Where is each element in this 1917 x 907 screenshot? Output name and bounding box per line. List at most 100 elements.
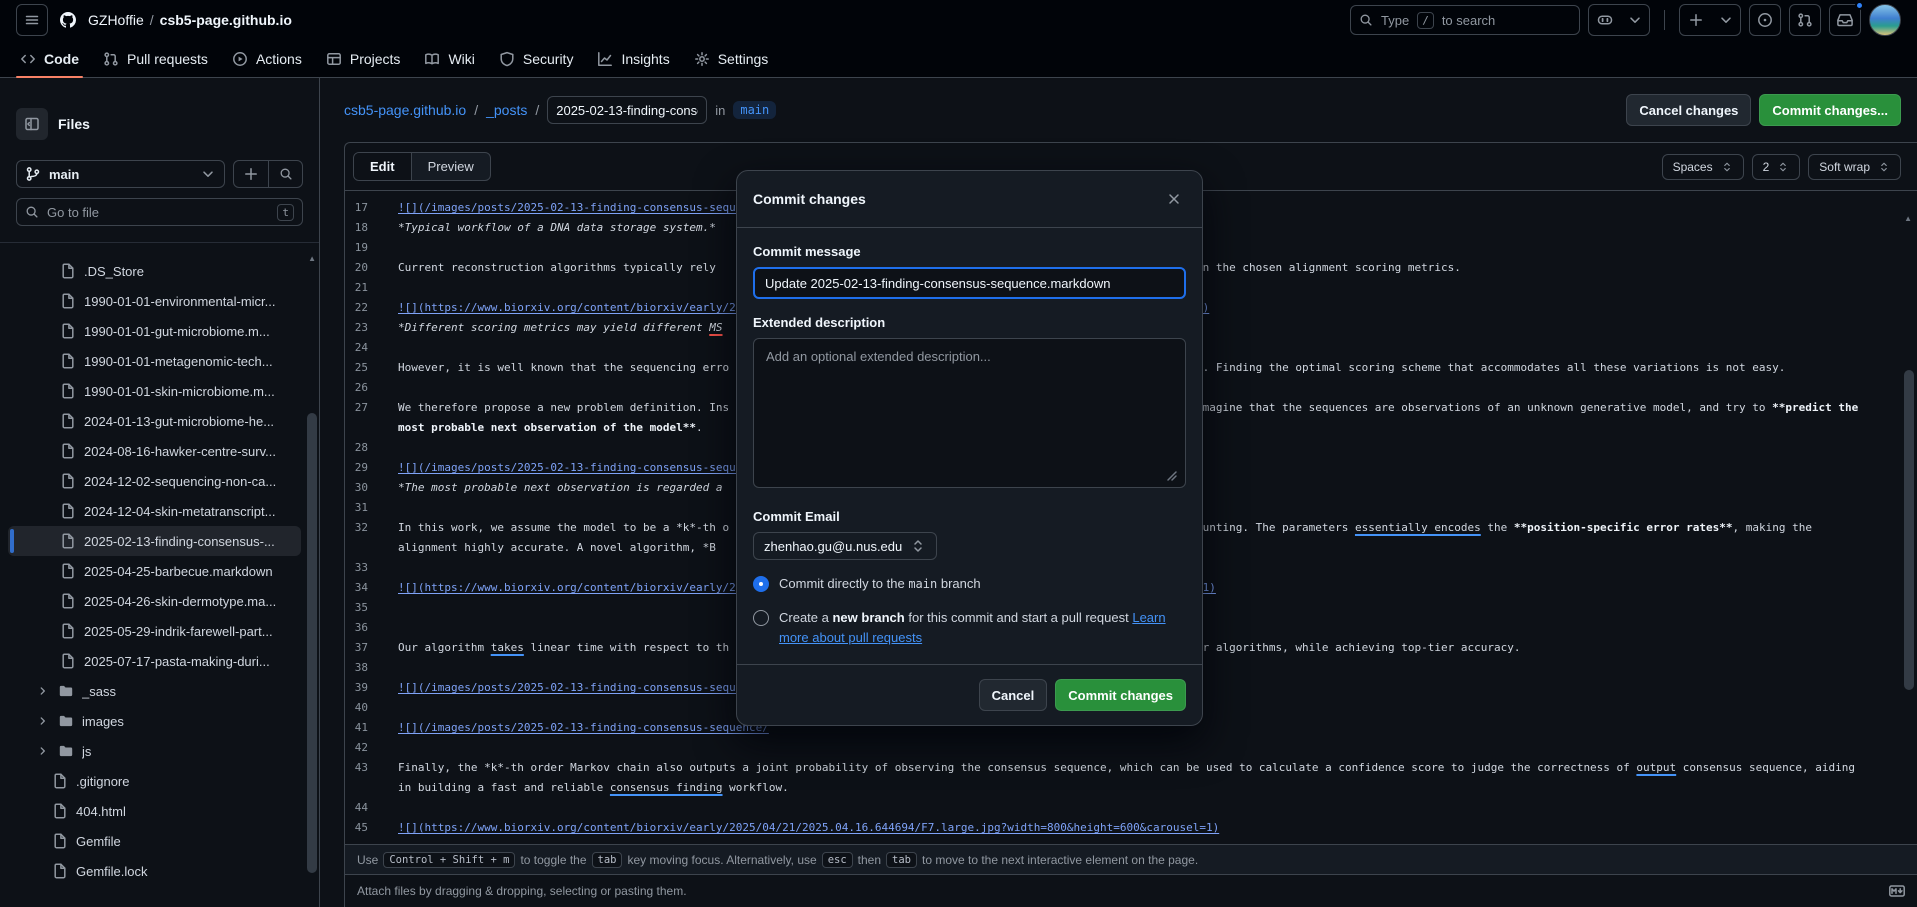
create-new-button-group [1679, 4, 1741, 36]
tree-file--gitignore[interactable]: .gitignore [8, 766, 301, 796]
editor-scrollbar-thumb[interactable] [1904, 370, 1914, 690]
breadcrumb-repo-link[interactable]: csb5-page.github.io [344, 102, 466, 118]
collapse-sidebar-button[interactable] [16, 108, 48, 140]
issues-button[interactable] [1749, 4, 1781, 36]
pull-requests-button[interactable] [1789, 4, 1821, 36]
tab-edit[interactable]: Edit [354, 153, 412, 180]
shield-icon [499, 51, 515, 67]
tree-file-2025-02-13-finding-consensus-[interactable]: 2025-02-13-finding-consensus-... [8, 526, 301, 556]
go-to-file-input[interactable]: Go to file t [16, 198, 303, 226]
table-icon [326, 51, 342, 67]
tree-file-2024-12-04-skin-metatranscript-[interactable]: 2024-12-04-skin-metatranscript... [8, 496, 301, 526]
tree-file-1990-01-01-skin-microbiome-m-[interactable]: 1990-01-01-skin-microbiome.m... [8, 376, 301, 406]
tab-actions[interactable]: Actions [220, 40, 314, 77]
global-search-input[interactable]: Type / to search [1350, 5, 1580, 35]
search-tree-button[interactable] [268, 161, 302, 187]
file-icon [52, 833, 68, 849]
branch-selector[interactable]: main [16, 160, 225, 188]
accessibility-hint-bar: Use Control + Shift + m to toggle the ta… [345, 844, 1917, 874]
create-new-button[interactable] [1680, 5, 1712, 35]
tab-insights[interactable]: Insights [585, 40, 681, 77]
commit-changes-header-button[interactable]: Commit changes... [1759, 94, 1901, 126]
chevron-down-icon [1718, 12, 1734, 28]
tree-file-2024-12-02-sequencing-non-ca-[interactable]: 2024-12-02-sequencing-non-ca... [8, 466, 301, 496]
play-icon [232, 51, 248, 67]
file-icon [60, 623, 76, 639]
tab-code[interactable]: Code [8, 40, 91, 77]
tab-wiki[interactable]: Wiki [412, 40, 486, 77]
extended-description-textarea[interactable] [753, 338, 1186, 488]
avatar[interactable] [1869, 4, 1901, 36]
tree-folder-images[interactable]: images [8, 706, 301, 736]
tab-projects[interactable]: Projects [314, 40, 413, 77]
radio-unchecked-icon[interactable] [753, 610, 769, 626]
scroll-up-arrow-icon[interactable]: ▲ [308, 254, 316, 263]
line-number: 25 [345, 358, 398, 378]
commit-direct-option[interactable]: Commit directly to the main branch [753, 574, 1186, 594]
tree-file-404-html[interactable]: 404.html [8, 796, 301, 826]
create-new-dropdown-button[interactable] [1712, 5, 1740, 35]
tree-file-gemfile[interactable]: Gemfile [8, 826, 301, 856]
editor-select-soft-wrap[interactable]: Soft wrap [1808, 154, 1901, 180]
hamburger-menu-button[interactable] [16, 4, 48, 36]
tree-file-2024-01-13-gut-microbiome-he-[interactable]: 2024-01-13-gut-microbiome-he... [8, 406, 301, 436]
repo-link[interactable]: csb5-page.github.io [160, 12, 292, 28]
copilot-button[interactable] [1589, 5, 1621, 35]
sidebar-scrollbar-thumb[interactable] [307, 413, 317, 873]
select-value: Spaces [1673, 160, 1713, 174]
commit-changes-dialog: Commit changes Commit message Extended d… [736, 170, 1203, 726]
copilot-button-group [1588, 4, 1650, 36]
tree-file-1990-01-01-metagenomic-tech-[interactable]: 1990-01-01-metagenomic-tech... [8, 346, 301, 376]
attach-files-bar[interactable]: Attach files by dragging & dropping, sel… [345, 874, 1917, 907]
tree-file-2025-04-26-skin-dermotype-ma-[interactable]: 2025-04-26-skin-dermotype.ma... [8, 586, 301, 616]
tree-file-gemfile-lock[interactable]: Gemfile.lock [8, 856, 301, 886]
editor-select-2[interactable]: 2 [1752, 154, 1801, 180]
cancel-changes-button[interactable]: Cancel changes [1626, 94, 1751, 126]
breadcrumb-folder-link[interactable]: _posts [486, 102, 527, 118]
line-number [345, 418, 398, 438]
file-icon [60, 323, 76, 339]
tree-file-1990-01-01-gut-microbiome-m-[interactable]: 1990-01-01-gut-microbiome.m... [8, 316, 301, 346]
extended-description-label: Extended description [753, 315, 1186, 330]
tree-file-2025-04-25-barbecue-markdown[interactable]: 2025-04-25-barbecue.markdown [8, 556, 301, 586]
tab-preview[interactable]: Preview [412, 153, 490, 180]
tree-file--ds-store[interactable]: .DS_Store [8, 256, 301, 286]
editor-settings: Spaces 2 Soft wrap [1662, 154, 1901, 180]
search-icon [279, 167, 293, 181]
hamburger-icon [24, 12, 40, 28]
line-number: 30 [345, 478, 398, 498]
tree-file-2025-07-17-pasta-making-duri-[interactable]: 2025-07-17-pasta-making-duri... [8, 646, 301, 676]
new-file-button[interactable] [234, 161, 268, 187]
scroll-up-arrow-icon[interactable]: ▲ [1904, 214, 1912, 223]
tree-file-2024-08-16-hawker-centre-surv-[interactable]: 2024-08-16-hawker-centre-surv... [8, 436, 301, 466]
dialog-commit-button[interactable]: Commit changes [1055, 679, 1186, 711]
sidebar-title: Files [58, 116, 90, 132]
commit-message-input[interactable] [753, 267, 1186, 299]
dialog-cancel-button[interactable]: Cancel [979, 679, 1048, 711]
editor-select-spaces[interactable]: Spaces [1662, 154, 1744, 180]
tab-security[interactable]: Security [487, 40, 586, 77]
new-branch-option[interactable]: Create a new branch for this commit and … [753, 608, 1186, 648]
tab-settings[interactable]: Settings [682, 40, 781, 77]
tab-pull-requests[interactable]: Pull requests [91, 40, 220, 77]
file-icon [52, 803, 68, 819]
edit-preview-tabs: Edit Preview [353, 152, 491, 181]
tree-item-label: 2025-04-26-skin-dermotype.ma... [84, 594, 276, 609]
line-number: 33 [345, 558, 398, 578]
line-number: 26 [345, 378, 398, 398]
tree-file-1990-01-01-environmental-micr-[interactable]: 1990-01-01-environmental-micr... [8, 286, 301, 316]
resize-grip-icon[interactable] [1166, 470, 1182, 486]
line-number: 24 [345, 338, 398, 358]
go-to-file-placeholder: Go to file [47, 205, 269, 220]
owner-link[interactable]: GZHoffie [88, 12, 144, 28]
copilot-dropdown-button[interactable] [1621, 5, 1649, 35]
tree-folder-js[interactable]: js [8, 736, 301, 766]
file-icon [60, 593, 76, 609]
filename-input[interactable] [547, 96, 707, 124]
github-logo-icon[interactable] [60, 12, 76, 28]
commit-email-select[interactable]: zhenhao.gu@u.nus.edu [753, 532, 937, 560]
tree-folder--sass[interactable]: _sass [8, 676, 301, 706]
tree-file-2025-05-29-indrik-farewell-part-[interactable]: 2025-05-29-indrik-farewell-part... [8, 616, 301, 646]
radio-checked-icon[interactable] [753, 576, 769, 592]
dialog-close-button[interactable] [1162, 187, 1186, 211]
